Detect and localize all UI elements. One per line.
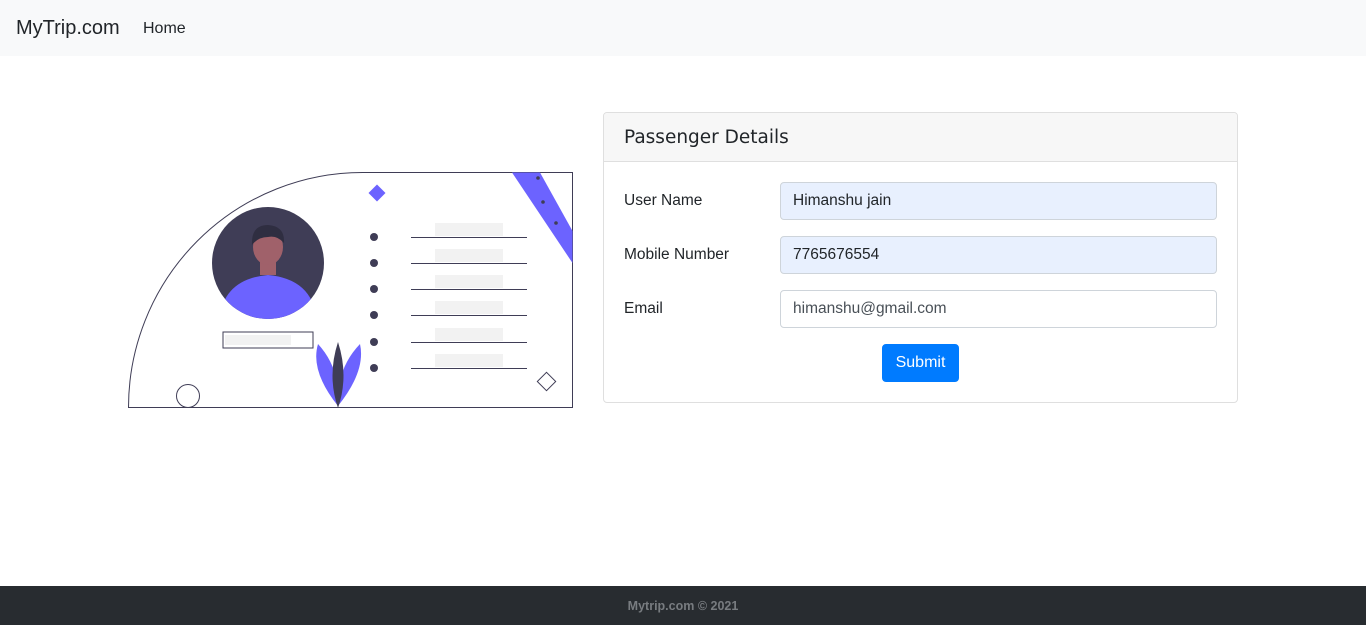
form-row-email: Email xyxy=(624,290,1218,328)
small-circle xyxy=(176,384,200,408)
mobile-input[interactable] xyxy=(780,236,1217,274)
submit-button[interactable]: Submit xyxy=(882,344,959,382)
email-input[interactable] xyxy=(780,290,1217,328)
corner-band xyxy=(512,172,573,263)
brand-logo[interactable]: MyTrip.com xyxy=(16,16,120,40)
email-label: Email xyxy=(624,300,663,317)
detail-rows xyxy=(370,223,527,372)
diamond-shape xyxy=(368,184,386,202)
card-title: Passenger Details xyxy=(624,127,789,148)
diamond-outline xyxy=(536,371,557,392)
footer-copyright: Mytrip.com © 2021 xyxy=(627,599,739,613)
nav-link-home[interactable]: Home xyxy=(143,19,186,39)
passenger-illustration xyxy=(127,171,573,408)
passenger-details-card: Passenger Details User Name Mobile Numbe… xyxy=(603,112,1238,403)
card-header: Passenger Details xyxy=(604,113,1237,162)
mobile-label: Mobile Number xyxy=(624,246,730,263)
form-row-mobile: Mobile Number xyxy=(624,236,1218,274)
username-label: User Name xyxy=(624,192,703,209)
form-row-username: User Name xyxy=(624,182,1218,220)
navbar: MyTrip.com Home xyxy=(0,0,1366,56)
username-input[interactable] xyxy=(780,182,1217,220)
footer: Mytrip.com © 2021 xyxy=(0,586,1366,625)
